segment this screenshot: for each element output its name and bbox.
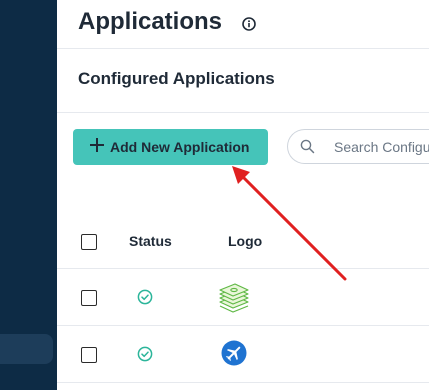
- check-circle-icon: [137, 289, 153, 305]
- add-new-application-button[interactable]: Add New Application: [73, 129, 268, 165]
- select-all-checkbox[interactable]: [81, 234, 97, 250]
- main-content: Applications Configured Applications Add…: [57, 0, 429, 390]
- row-checkbox[interactable]: [81, 347, 97, 363]
- money-stack-logo-icon: [219, 283, 249, 313]
- page-title: Applications: [78, 8, 223, 35]
- table-row[interactable]: [57, 269, 429, 326]
- sidebar: [0, 0, 57, 390]
- search-box[interactable]: [287, 129, 429, 164]
- add-new-application-label: Add New Application: [110, 139, 250, 155]
- column-header-logo[interactable]: Logo: [228, 233, 262, 249]
- table-row[interactable]: [57, 326, 429, 383]
- sidebar-item[interactable]: [0, 334, 53, 364]
- search-icon: [300, 139, 315, 154]
- column-header-status[interactable]: Status: [129, 233, 172, 249]
- info-icon[interactable]: [242, 17, 256, 31]
- table-header: Status Logo: [57, 215, 429, 269]
- section-header: Configured Applications: [57, 49, 429, 113]
- section-title: Configured Applications: [78, 69, 275, 88]
- row-checkbox[interactable]: [81, 290, 97, 306]
- airplane-logo-icon: [221, 340, 247, 366]
- search-input[interactable]: [334, 136, 429, 158]
- plus-icon: [90, 138, 104, 152]
- page-header: Applications: [57, 0, 429, 49]
- check-circle-icon: [137, 346, 153, 362]
